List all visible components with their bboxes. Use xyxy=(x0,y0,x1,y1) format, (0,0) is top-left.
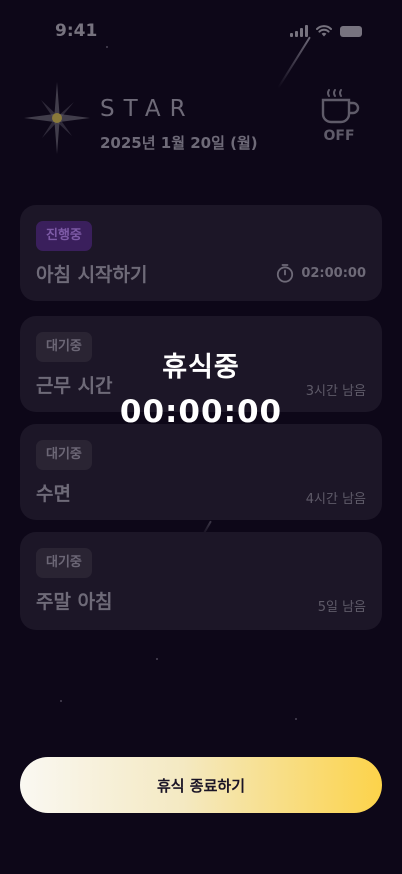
coffee-cup-icon xyxy=(321,89,360,124)
rest-overlay: 휴식중 00:00:00 xyxy=(0,345,402,430)
task-timer-value: 02:00:00 xyxy=(301,265,366,281)
task-card-morning[interactable]: 진행중 아침 시작하기 02:00:00 xyxy=(20,205,382,301)
task-title: 아침 시작하기 xyxy=(36,264,148,286)
status-badge: 진행중 xyxy=(36,221,92,251)
star-dot xyxy=(156,658,158,660)
app-screen: 9:41 STAR 2025년 1월 20일 (월) OFF 진행중 아침 시작… xyxy=(0,0,402,874)
task-timer: 02:00:00 xyxy=(275,263,366,283)
current-date: 2025년 1월 20일 (월) xyxy=(100,134,258,152)
cellular-signal-icon xyxy=(290,25,308,37)
task-card-sleep[interactable]: 대기중 수면 4시간 남음 xyxy=(20,424,382,520)
task-title: 수면 xyxy=(36,483,71,505)
status-badge: 대기중 xyxy=(36,548,92,578)
app-title: STAR xyxy=(100,96,195,122)
star-dot xyxy=(295,718,297,720)
task-remaining: 5일 남음 xyxy=(317,600,366,615)
rest-timer: 00:00:00 xyxy=(119,394,283,430)
status-badge: 대기중 xyxy=(36,440,92,470)
stopwatch-icon xyxy=(277,264,294,283)
star-dot xyxy=(60,700,62,702)
wifi-icon xyxy=(316,25,332,37)
battery-icon xyxy=(340,25,362,37)
status-icons xyxy=(290,25,362,37)
end-rest-button[interactable]: 휴식 종료하기 xyxy=(20,757,382,813)
status-time: 9:41 xyxy=(55,21,98,41)
task-card-weekend[interactable]: 대기중 주말 아침 5일 남음 xyxy=(20,532,382,630)
star-icon xyxy=(24,82,90,154)
task-remaining: 4시간 남음 xyxy=(305,492,366,507)
break-toggle-label: OFF xyxy=(323,128,355,144)
rest-status-label: 휴식중 xyxy=(162,352,240,383)
status-bar: 9:41 xyxy=(0,0,402,62)
task-title: 주말 아침 xyxy=(36,591,113,613)
break-toggle[interactable]: OFF xyxy=(317,86,361,148)
